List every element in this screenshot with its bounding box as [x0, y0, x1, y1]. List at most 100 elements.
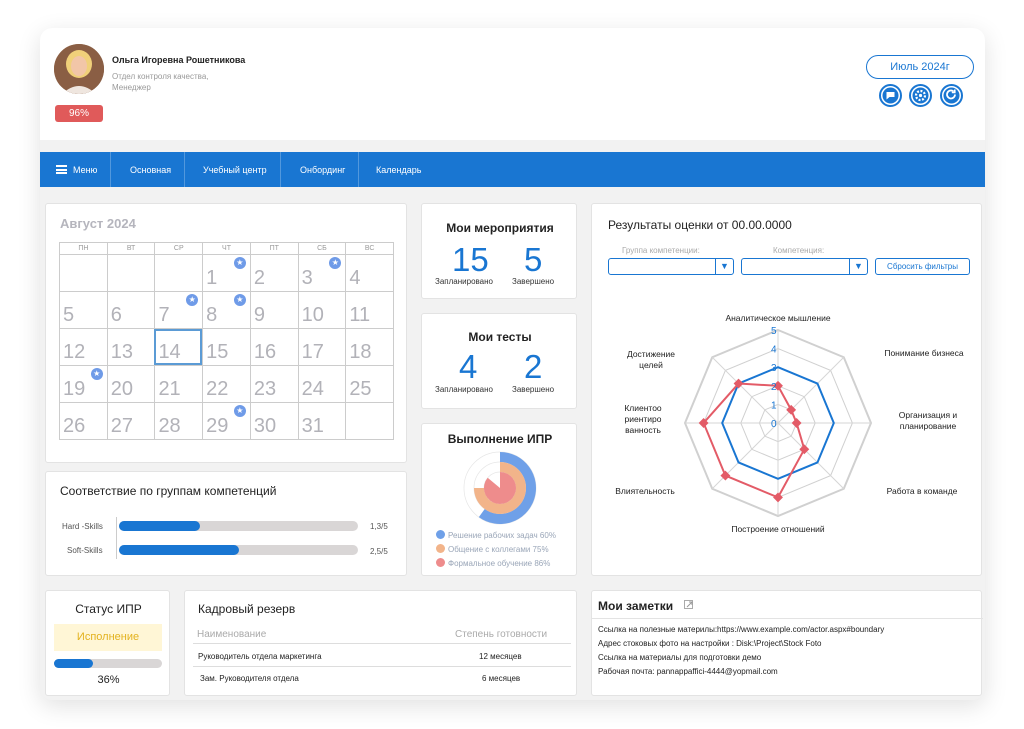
soft-skills-label: Soft-Skills [67, 546, 103, 555]
day-number: 25 [349, 378, 372, 400]
radar-axis-label: Аналитическое мышление [725, 313, 830, 323]
day-number: 12 [63, 341, 86, 363]
calendar-week: 26 27 28 29 ★ 30 31 [59, 403, 395, 440]
calendar-day[interactable]: 26 [59, 403, 107, 439]
day-number: 19 [63, 378, 86, 400]
calendar-title: Август 2024 [60, 216, 136, 231]
ipr-legend-item: Общение с коллегами 75% [436, 544, 549, 554]
col-name-header: Наименование [197, 629, 267, 640]
calendar-empty-cell [106, 255, 155, 291]
my-tests-card: Мои тесты 4 Запланировано 2 Завершено [421, 313, 577, 409]
external-link-icon[interactable] [684, 600, 693, 609]
calendar-week: 12 13 14 15 16 17 18 [59, 329, 395, 366]
nav-item-onboarding[interactable]: Онбординг [287, 152, 360, 187]
day-number: 13 [110, 341, 133, 363]
competence-select[interactable]: ▼ [741, 258, 868, 275]
calendar-day[interactable]: 11 [345, 292, 395, 328]
calendar-day[interactable]: 25 [345, 366, 395, 402]
hamburger-icon [56, 165, 67, 174]
event-star-icon: ★ [186, 294, 199, 306]
calendar-day[interactable]: 23 [249, 366, 298, 402]
event-star-icon: ★ [90, 368, 103, 380]
calendar-day[interactable]: 24 [297, 366, 346, 402]
day-number: 26 [63, 415, 86, 437]
ipr-status-bar-fill [54, 659, 93, 668]
calendar-day[interactable]: 1 ★ [202, 255, 250, 291]
ipr-status-card: Статус ИПР Исполнение 36% [45, 590, 170, 696]
calendar-day[interactable]: 9 [249, 292, 298, 328]
calendar-day[interactable]: 21 [154, 366, 202, 402]
event-star-icon: ★ [233, 405, 246, 417]
calendar-weekdays: ПН ВТ СР ЧТ ПТ СБ ВС [59, 242, 395, 255]
radar-point[interactable] [791, 418, 802, 428]
calendar-day[interactable]: 2 [249, 255, 298, 291]
calendar-day[interactable]: 3 ★ [297, 255, 346, 291]
note-line: Рабочая почта: pannappaffici-4444@yopmai… [598, 667, 778, 676]
avatar[interactable] [54, 44, 104, 94]
nav-item-training-center[interactable]: Учебный центр [190, 152, 281, 187]
radar-tick-label: 4 [771, 345, 777, 356]
my-events-card: Мои мероприятия 15 Запланировано 5 Завер… [421, 203, 577, 299]
group-select[interactable]: ▼ [608, 258, 734, 275]
day-number: 28 [158, 415, 181, 437]
position-text: Менеджер [112, 83, 151, 92]
calendar-day[interactable]: 31 [297, 403, 346, 439]
day-number: 24 [301, 378, 324, 400]
day-number: 3 [301, 267, 313, 289]
radar-point[interactable] [773, 492, 783, 503]
calendar-day[interactable]: 27 [106, 403, 155, 439]
day-number: 6 [110, 304, 122, 326]
calendar-day[interactable]: 5 [59, 292, 107, 328]
calendar-day[interactable]: 4 [345, 255, 395, 291]
calendar-day[interactable]: 14 [154, 329, 203, 365]
events-done-label: Завершено [512, 277, 555, 286]
calendar-day[interactable]: 29 ★ [202, 403, 250, 439]
calendar-day[interactable]: 10 [297, 292, 346, 328]
ipr-legend-item: Решение рабочих задач 60% [436, 530, 556, 540]
radar-axis-label: Понимание бизнеса [884, 348, 964, 358]
day-number: 11 [349, 304, 371, 326]
nav-item-main[interactable]: Основная [117, 152, 186, 187]
day-number: 5 [63, 304, 75, 326]
table-divider [193, 643, 571, 644]
day-number: 31 [301, 415, 324, 437]
profile-header: 96% Ольга Игоревна Рошетникова Отдел кон… [40, 28, 985, 140]
month-select-button[interactable]: Июль 2024г [866, 55, 974, 79]
department-text: Отдел контроля качества, [112, 72, 209, 81]
chat-icon[interactable] [879, 84, 902, 107]
calendar-day[interactable]: 22 [202, 366, 250, 402]
event-star-icon: ★ [329, 257, 342, 269]
day-number: 15 [206, 341, 229, 363]
calendar-day[interactable]: 17 [297, 329, 346, 365]
calendar-day[interactable]: 19 ★ [59, 366, 107, 402]
calendar-day[interactable]: 28 [154, 403, 202, 439]
weekday-label: ПН [59, 243, 107, 254]
tests-title: Мои тесты [468, 330, 532, 344]
day-number: 10 [301, 304, 324, 326]
nav-item-calendar[interactable]: Календарь [363, 152, 434, 187]
day-number: 17 [301, 341, 324, 363]
calendar-day[interactable]: 30 [249, 403, 298, 439]
menu-label: Меню [73, 165, 98, 175]
menu-button[interactable]: Меню [43, 152, 112, 187]
day-number: 14 [158, 341, 181, 363]
weekday-label: ПТ [249, 243, 298, 254]
refresh-icon[interactable] [940, 84, 963, 107]
calendar-day[interactable]: 6 [106, 292, 155, 328]
reset-filters-button[interactable]: Сбросить фильтры [875, 258, 970, 275]
radar-tick-label: 0 [771, 419, 777, 430]
calendar-day[interactable]: 15 [202, 329, 250, 365]
competence-filter-label: Компетенция: [773, 246, 825, 255]
tests-done-label: Завершено [512, 385, 555, 394]
competence-title: Соответствие по группам компетенций [60, 484, 277, 498]
day-number: 16 [253, 341, 277, 363]
calendar-day[interactable]: 7 ★ [154, 292, 202, 328]
calendar-day[interactable]: 16 [249, 329, 298, 365]
calendar-day[interactable]: 8 ★ [202, 292, 250, 328]
calendar-day[interactable]: 13 [106, 329, 155, 365]
calendar-day[interactable]: 18 [345, 329, 395, 365]
calendar-day[interactable]: 20 [106, 366, 155, 402]
weekday-label: ЧТ [202, 243, 250, 254]
gear-icon[interactable] [909, 84, 932, 107]
calendar-day[interactable]: 12 [59, 329, 107, 365]
